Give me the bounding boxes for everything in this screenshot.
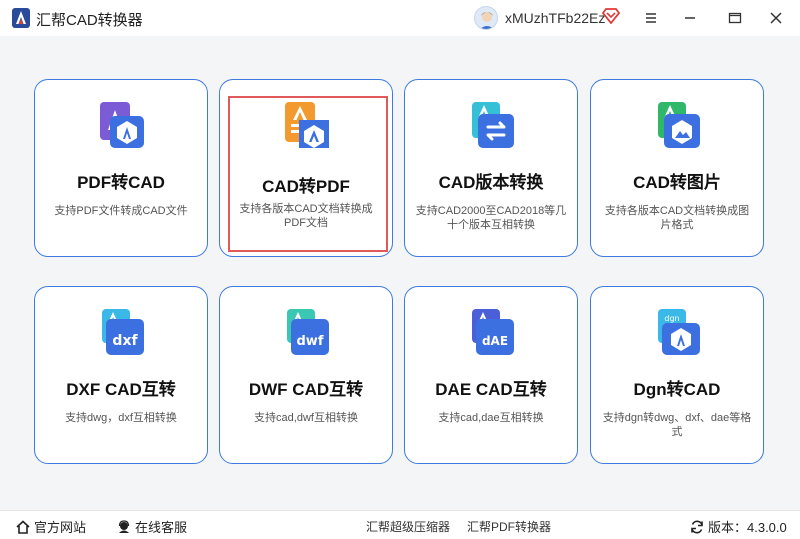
card-cad-to-pdf[interactable]: CAD转PDF 支持各版本CAD文档转换成PDF文档 [219,79,393,257]
close-icon [770,12,782,24]
card-dgn[interactable]: dgn Dgn转CAD 支持dgn转dwg、dxf、dae等格式 [590,286,764,464]
minimize-button[interactable] [680,8,700,28]
version-label: 版本：4.3.0.0 [708,520,787,535]
card-title: CAD转图片 [633,173,721,192]
card-desc: 支持各版本CAD文档转换成PDF文档 [239,203,373,229]
hamburger-icon [646,13,656,23]
official-website-link[interactable]: 官方网站 [16,517,86,536]
svg-text:dgn: dgn [664,314,679,323]
main-panel: PDF转CAD 支持PDF文件转成CAD文件 CAD转PDF 支持各版本CAD文… [0,36,800,510]
card-dxf[interactable]: dxf DXF CAD互转 支持dwg，dxf互相转换 [34,286,208,464]
maximize-icon [728,12,742,24]
card-cad-to-image[interactable]: CAD转图片 支持各版本CAD文档转换成图片格式 [590,79,764,257]
dae-icon: dAE [472,309,514,355]
dxf-icon: dxf [102,309,144,355]
card-desc: 支持PDF文件转成CAD文件 [54,205,188,217]
card-title: DAE CAD互转 [435,380,547,399]
card-pdf-to-cad[interactable]: PDF转CAD 支持PDF文件转成CAD文件 [34,79,208,257]
pdf-to-cad-icon [100,102,144,148]
card-desc: 支持CAD2000至CAD2018等几十个版本互相转换 [415,205,567,231]
card-dae[interactable]: dAE DAE CAD互转 支持cad,dae互相转换 [404,286,578,464]
title-bar: 汇帮CAD转换器 xMUzhTFb22Ez [0,0,800,36]
svg-text:dxf: dxf [112,333,138,349]
vip-diamond-icon[interactable] [602,8,620,24]
card-desc: 支持cad,dwf互相转换 [254,412,358,424]
card-desc: 支持dwg，dxf互相转换 [65,412,177,424]
compressor-link[interactable]: 汇帮超级压缩器 [366,518,450,535]
card-title: CAD转PDF [262,177,350,196]
minimize-icon [685,17,695,19]
svg-text:dAE: dAE [482,334,508,348]
card-title: DWF CAD互转 [248,380,364,399]
online-support-link[interactable]: 在线客服 [117,517,187,536]
card-title: Dgn转CAD [633,380,721,399]
close-button[interactable] [766,8,786,28]
dwf-icon: dwf [287,309,329,355]
card-title: PDF转CAD [77,173,165,192]
svg-text:dwf: dwf [297,334,324,349]
card-title: CAD版本转换 [438,173,544,192]
card-desc: 支持dgn转dwg、dxf、dae等格式 [602,412,752,438]
avatar[interactable] [474,6,498,30]
card-cad-version[interactable]: CAD版本转换 支持CAD2000至CAD2018等几十个版本互相转换 [404,79,578,257]
website-label: 官方网站 [34,520,87,535]
version-info[interactable]: 版本：4.3.0.0 [690,517,787,536]
card-desc: 支持cad,dae互相转换 [438,412,544,424]
app-title: 汇帮CAD转换器 [36,12,143,29]
dgn-icon: dgn [658,309,700,355]
card-desc: 支持各版本CAD文档转换成图片格式 [604,205,750,231]
cad-to-image-icon [658,102,700,148]
card-dwf[interactable]: dwf DWF CAD互转 支持cad,dwf互相转换 [219,286,393,464]
maximize-button[interactable] [725,8,745,28]
pdf-converter-link[interactable]: 汇帮PDF转换器 [467,518,551,535]
app-logo-icon [12,8,30,28]
support-label: 在线客服 [135,520,188,535]
home-icon [16,520,30,534]
bottom-bar: 官方网站 在线客服 汇帮超级压缩器 汇帮PDF转换器 版本：4.3.0.0 [0,510,800,539]
refresh-icon [691,520,703,534]
headset-icon [118,520,130,533]
username[interactable]: xMUzhTFb22Ez [505,10,605,26]
cad-to-pdf-icon [285,102,329,148]
card-title: DXF CAD互转 [66,380,176,399]
menu-button[interactable] [641,8,661,28]
cad-version-icon [472,102,514,148]
